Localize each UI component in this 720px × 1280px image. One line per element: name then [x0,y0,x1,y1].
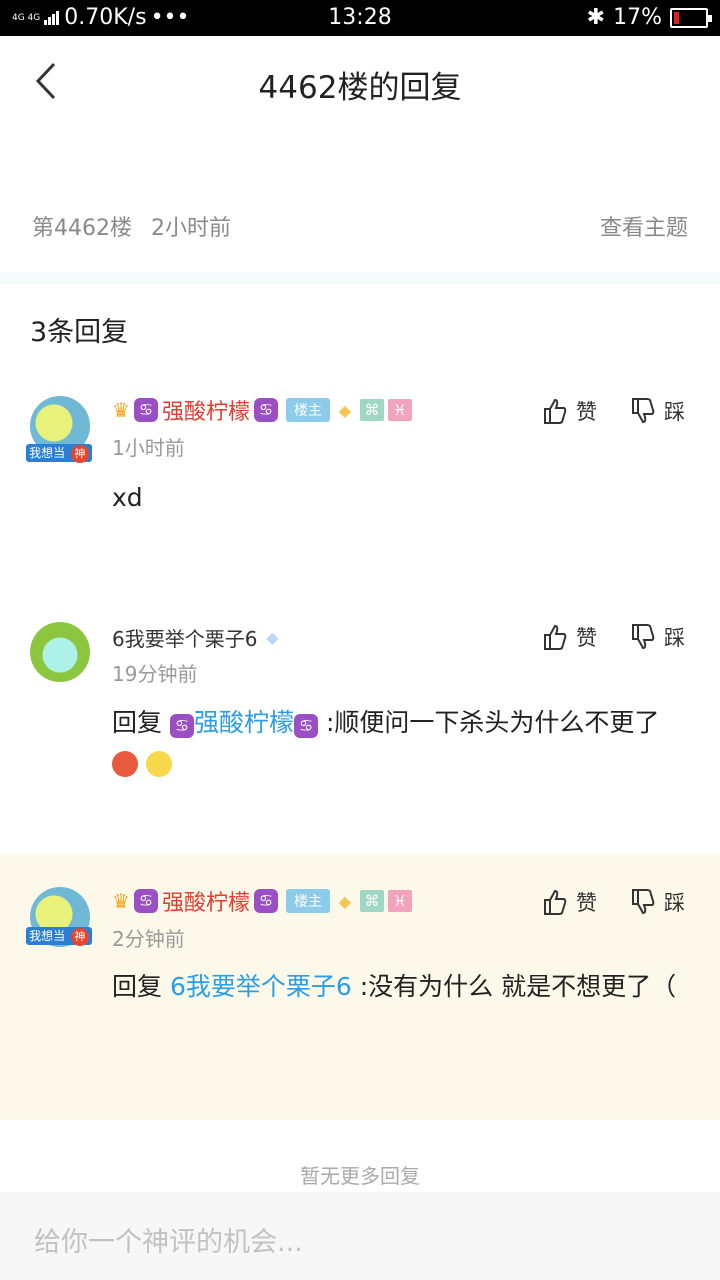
reply-text: 回复 6我要举个栗子6 :没有为什么 就是不想更了（ [112,967,684,1007]
username[interactable]: 强酸柠檬 [162,885,250,917]
reply-text: 回复 ♋ 强酸柠檬 ♋ :顺便问一下杀头为什么不更了 [112,703,684,783]
battery-percent: 17% [613,5,662,30]
thumbs-up-icon [544,889,567,915]
section-divider [0,272,720,284]
reply-time: 2分钟前 [112,927,185,951]
mention-link[interactable]: 6我要举个栗子6 [170,972,352,1001]
level-diamond-icon: ◆ [338,892,352,911]
level-diamond-icon: ◆ [266,628,279,647]
cancer-icon: ♋ [133,398,158,422]
like-button[interactable]: 赞 [542,887,597,917]
comment-placeholder: 给你一个神评的机会... [34,1227,303,1258]
cancer-icon: ♋ [293,714,318,738]
sign-icon: ⌘ [359,399,384,421]
cancer-icon: ♋ [253,889,278,913]
avatar[interactable] [30,622,90,682]
dislike-button[interactable]: 踩 [630,396,685,426]
user-line: 6我要举个栗子6 ◆ [112,622,283,652]
sign-icon: ⌘ [359,890,384,912]
like-label: 赞 [576,891,597,915]
battery-icon [670,7,712,28]
reply-body: :没有为什么 就是不想更了（ [359,972,677,1001]
thumbs-down-icon [632,398,655,424]
dislike-label: 踩 [664,891,685,915]
page-title: 4462楼的回复 [258,70,462,106]
reply-body: :顺便问一下杀头为什么不更了 [325,708,660,737]
avatar-badge: 我想当 神 [26,444,92,463]
status-bar: 4G 4G 0.70K/s ••• 13:28 ✱ 17% [0,0,720,36]
pisces-icon: ♓ [387,399,412,421]
like-label: 赞 [576,626,597,650]
list-item: 我想当 神 ♛ ♋ 强酸柠檬 ♋ 楼主 ◆ ⌘ ♓ 1小时前 xd 赞 踩 [0,380,720,610]
angry-emoji-icon [112,751,138,777]
username[interactable]: 强酸柠檬 [162,394,250,426]
reply-count: 3条回复 [30,317,129,348]
dislike-button[interactable]: 踩 [630,622,685,652]
list-item: 我想当 神 ♛ ♋ 强酸柠檬 ♋ 楼主 ◆ ⌘ ♓ 2分钟前 回复 6我要举个栗… [0,855,720,1120]
thumbs-up-icon [544,624,567,650]
like-button[interactable]: 赞 [542,396,597,426]
dislike-button[interactable]: 踩 [630,887,685,917]
view-topic-link[interactable]: 查看主题 [600,210,688,242]
floor-time: 2小时前 [151,216,231,241]
dislike-label: 踩 [664,400,685,424]
list-item: 6我要举个栗子6 ◆ 19分钟前 回复 ♋ 强酸柠檬 ♋ :顺便问一下杀头为什么不更… [0,610,720,855]
dislike-label: 踩 [664,626,685,650]
reply-prefix: 回复 [112,708,163,737]
cancer-icon: ♋ [169,714,194,738]
reply-time: 19分钟前 [112,662,198,686]
crown-icon: ♛ [112,398,130,422]
user-line: ♛ ♋ 强酸柠檬 ♋ 楼主 ◆ ⌘ ♓ [112,886,412,916]
reply-time: 1小时前 [112,436,185,460]
level-diamond-icon: ◆ [338,401,352,420]
cancer-icon: ♋ [133,889,158,913]
smile-emoji-icon [145,751,172,777]
reply-prefix: 回复 [112,972,163,1001]
user-line: ♛ ♋ 强酸柠檬 ♋ 楼主 ◆ ⌘ ♓ [112,395,412,425]
like-label: 赞 [576,400,597,424]
mention-link[interactable]: 强酸柠檬 [194,708,294,737]
floor-number: 第4462楼 [32,216,132,241]
floor-meta: 第4462楼 2小时前 [32,210,231,242]
like-button[interactable]: 赞 [542,622,597,652]
thumbs-down-icon [632,624,655,650]
no-more-replies: 暂无更多回复 [300,1164,420,1188]
avatar-badge: 我想当 神 [26,927,92,946]
cancer-icon: ♋ [253,398,278,422]
username[interactable]: 6我要举个栗子6 [112,623,257,652]
comment-input[interactable]: 给你一个神评的机会... [0,1192,720,1280]
crown-icon: ♛ [112,889,130,913]
thumbs-down-icon [632,889,655,915]
pisces-icon: ♓ [387,890,412,912]
bluetooth-icon: ✱ [586,5,606,30]
op-badge: 楼主 [285,398,330,422]
nav-bar: 4462楼的回复 [0,36,720,126]
op-badge: 楼主 [285,889,330,913]
thumbs-up-icon [544,398,567,424]
reply-text: xd [112,483,143,512]
